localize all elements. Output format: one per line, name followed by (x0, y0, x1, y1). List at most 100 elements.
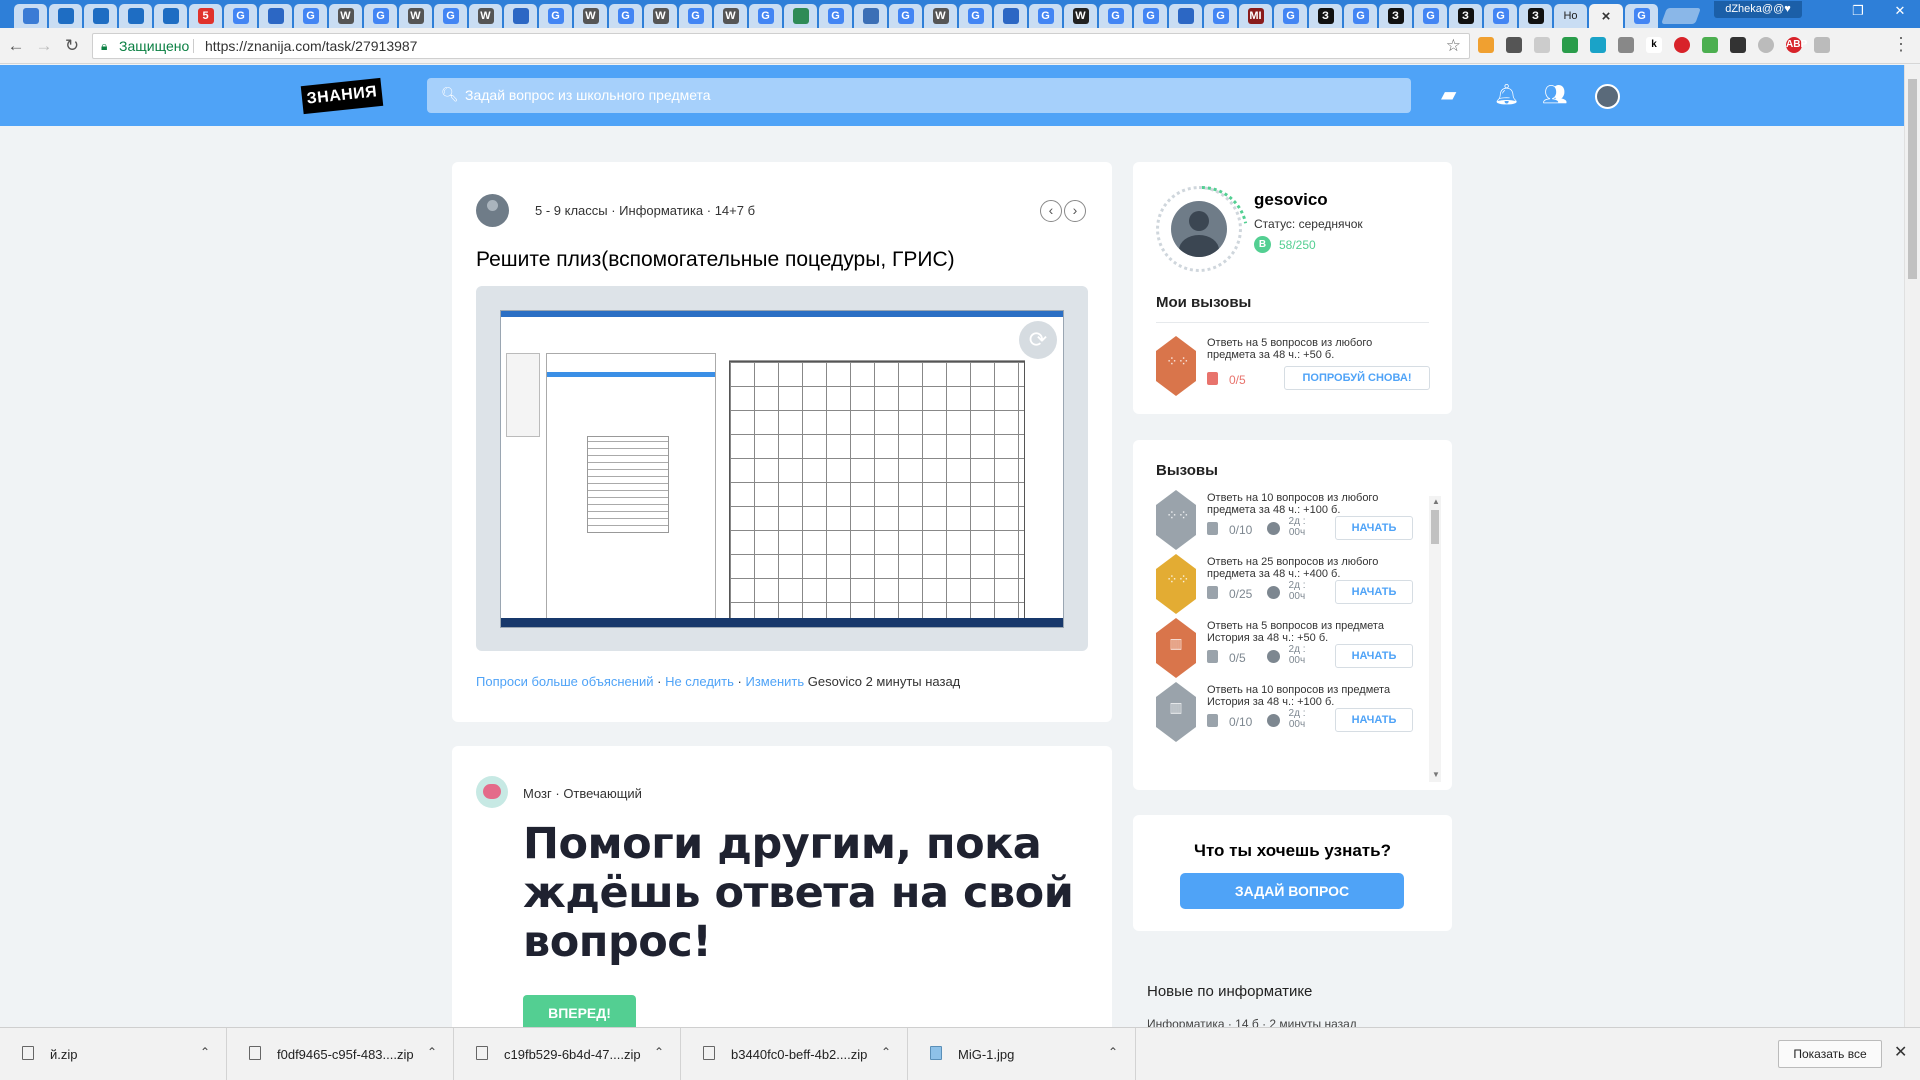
browser-tab[interactable]: G (1625, 4, 1658, 28)
show-all-downloads-button[interactable]: Показать все (1778, 1040, 1882, 1068)
browser-tab[interactable] (154, 4, 187, 28)
new-tab-button[interactable] (1661, 8, 1701, 24)
back-icon[interactable]: ← (6, 36, 26, 56)
browser-tab[interactable]: G (1414, 4, 1447, 28)
search-input[interactable]: 🔍︎ Задай вопрос из школьного предмета (427, 78, 1411, 113)
ask-question-button[interactable]: ЗАДАЙ ВОПРОС (1180, 873, 1404, 909)
browser-tab[interactable]: Ho (1554, 4, 1587, 28)
browser-tab[interactable]: G (1344, 4, 1377, 28)
close-window-button[interactable]: ✕ (1880, 0, 1920, 24)
browser-tab[interactable]: G (819, 4, 852, 28)
profile-username[interactable]: gesovico (1254, 190, 1328, 210)
browser-tab[interactable] (504, 4, 537, 28)
browser-tab[interactable]: З (1519, 4, 1552, 28)
chevron-up-icon[interactable]: ⌃ (200, 1045, 210, 1059)
question-attachment[interactable]: ⟳ (476, 286, 1088, 651)
extension-icon[interactable] (1478, 37, 1494, 53)
profile-badge[interactable]: dZheka@@♥ (1714, 1, 1802, 18)
extension-icon[interactable] (1814, 37, 1830, 53)
scroll-down-icon[interactable]: ▼ (1432, 770, 1440, 779)
page-scrollbar[interactable] (1904, 65, 1920, 1027)
browser-tab[interactable] (784, 4, 817, 28)
browser-tab[interactable] (14, 4, 47, 28)
browser-tab[interactable]: G (1484, 4, 1517, 28)
browser-tab[interactable]: W (469, 4, 502, 28)
site-logo[interactable]: ЗНАНИЯ (300, 77, 384, 115)
browser-tab[interactable]: G (1274, 4, 1307, 28)
start-challenge-button[interactable]: НАЧАТЬ (1335, 644, 1413, 668)
chevron-up-icon[interactable]: ⌃ (654, 1045, 664, 1059)
start-challenge-button[interactable]: НАЧАТЬ (1335, 516, 1413, 540)
close-downloads-icon[interactable]: ✕ (1894, 1042, 1907, 1062)
next-question-button[interactable]: › (1064, 200, 1086, 222)
browser-tab[interactable] (994, 4, 1027, 28)
question-author[interactable]: Gesovico (808, 674, 862, 689)
browser-tab[interactable]: W (399, 4, 432, 28)
browser-tab[interactable] (1169, 4, 1202, 28)
extension-icon[interactable] (1730, 37, 1746, 53)
browser-tab[interactable]: G (609, 4, 642, 28)
chevron-up-icon[interactable]: ⌃ (1108, 1045, 1118, 1059)
forward-icon[interactable]: → (34, 36, 54, 56)
browser-tab[interactable]: З (1309, 4, 1342, 28)
profile-avatar[interactable] (1171, 201, 1227, 257)
user-avatar[interactable] (1595, 84, 1620, 109)
challenges-scroll-thumb[interactable] (1431, 510, 1439, 544)
browser-tab[interactable]: G (679, 4, 712, 28)
browser-tab[interactable]: G (1029, 4, 1062, 28)
extension-icon[interactable] (1506, 37, 1522, 53)
browser-tab[interactable]: G (749, 4, 782, 28)
browser-tab[interactable]: G (1134, 4, 1167, 28)
browser-tab[interactable]: G (889, 4, 922, 28)
browser-tab[interactable]: W (924, 4, 957, 28)
browser-tab[interactable]: W (329, 4, 362, 28)
browser-tab[interactable]: G (1099, 4, 1132, 28)
extension-icon[interactable] (1702, 37, 1718, 53)
browser-tab[interactable] (49, 4, 82, 28)
browser-tab[interactable]: W (714, 4, 747, 28)
browser-tab[interactable]: З (1379, 4, 1412, 28)
extension-icon[interactable] (1758, 37, 1774, 53)
extension-icon[interactable] (1590, 37, 1606, 53)
start-challenge-button[interactable]: НАЧАТЬ (1335, 708, 1413, 732)
download-item[interactable]: й.zip ⌃ (0, 1028, 227, 1080)
rotate-image-icon[interactable]: ⟳ (1019, 321, 1057, 359)
browser-tab[interactable]: G (959, 4, 992, 28)
download-item[interactable]: c19fb529-6b4d-47....zip ⌃ (454, 1028, 681, 1080)
download-item[interactable]: f0df9465-c95f-483....zip ⌃ (227, 1028, 454, 1080)
url-text[interactable]: https://znanija.com/task/27913987 (205, 34, 417, 58)
extension-icon[interactable] (1534, 37, 1550, 53)
browser-tab[interactable]: G (364, 4, 397, 28)
messages-icon[interactable]: ▰ (1441, 85, 1456, 105)
browser-tab[interactable]: W (1064, 4, 1097, 28)
download-item[interactable]: MiG-1.jpg ⌃ (908, 1028, 1136, 1080)
bookmark-star-icon[interactable]: ☆ (1446, 34, 1461, 58)
browser-tab[interactable]: 5 (189, 4, 222, 28)
browser-tab[interactable]: З (1449, 4, 1482, 28)
browser-tab[interactable] (854, 4, 887, 28)
browser-tab[interactable]: G (539, 4, 572, 28)
extension-icon[interactable] (1618, 37, 1634, 53)
go-button[interactable]: ВПЕРЕД! (523, 995, 636, 1031)
active-tab-close-button[interactable]: × (1589, 4, 1623, 28)
try-again-button[interactable]: ПОПРОБУЙ СНОВА! (1284, 366, 1430, 390)
restore-window-button[interactable]: ❐ (1838, 0, 1878, 24)
browser-tab[interactable]: G (294, 4, 327, 28)
friends-icon[interactable]: 👥︎ (1542, 85, 1567, 105)
scrollbar-thumb[interactable] (1908, 79, 1917, 279)
browser-menu-icon[interactable]: ⋮ (1892, 34, 1910, 55)
download-item[interactable]: b3440fc0-beff-4b2....zip ⌃ (681, 1028, 908, 1080)
extension-icon[interactable] (1674, 37, 1690, 53)
adblock-icon[interactable]: ABP (1786, 37, 1807, 53)
unfollow-link[interactable]: Не следить (665, 674, 734, 689)
notifications-bell-icon[interactable]: 🔔︎ (1494, 85, 1519, 105)
browser-tab[interactable]: G (224, 4, 257, 28)
browser-tab[interactable]: G (434, 4, 467, 28)
asker-avatar[interactable] (476, 194, 509, 227)
scroll-up-icon[interactable]: ▲ (1432, 497, 1440, 506)
browser-tab[interactable] (119, 4, 152, 28)
prev-question-button[interactable]: ‹ (1040, 200, 1062, 222)
browser-tab[interactable]: G (1204, 4, 1237, 28)
extension-icon[interactable]: k (1646, 37, 1662, 53)
edit-link[interactable]: Изменить (746, 674, 805, 689)
